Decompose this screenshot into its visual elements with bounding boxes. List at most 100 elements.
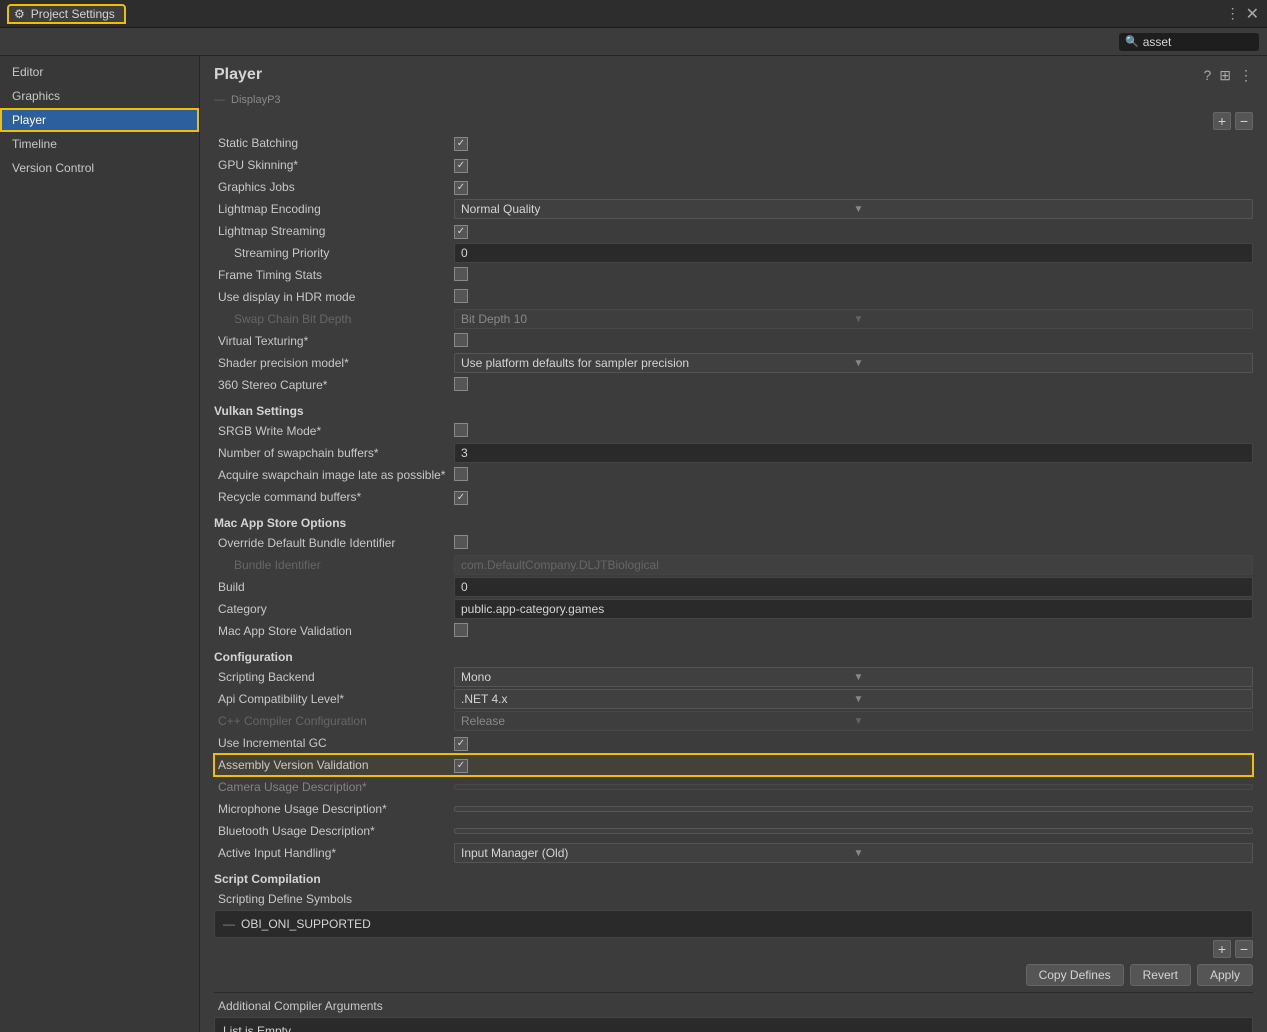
override-bundle-row: Override Default Bundle Identifier (214, 532, 1253, 554)
chevron-down-icon: ▼ (854, 848, 1247, 859)
hdr-mode-value (454, 289, 1253, 306)
build-field[interactable]: 0 (454, 577, 1253, 597)
displayp3-settings: + − Static Batching GPU Skinning* Graphi… (200, 110, 1267, 396)
vulkan-settings-label: Vulkan Settings (200, 396, 1267, 420)
srgb-write-checkbox[interactable] (454, 423, 468, 437)
lightmap-streaming-checkbox[interactable] (454, 225, 468, 239)
assembly-version-checkbox[interactable] (454, 759, 468, 773)
scripting-backend-dropdown[interactable]: Mono ▼ (454, 667, 1253, 687)
cpp-compiler-row: C++ Compiler Configuration Release ▼ (214, 710, 1253, 732)
swap-chain-dropdown[interactable]: Bit Depth 10 ▼ (454, 309, 1253, 329)
title-text: Project Settings (31, 7, 115, 21)
static-batching-checkbox[interactable] (454, 137, 468, 151)
script-define-box: — OBI_ONI_SUPPORTED (214, 910, 1253, 938)
overflow-icon[interactable]: ⋮ (1239, 67, 1253, 84)
more-options-icon[interactable]: ⋮ (1226, 5, 1240, 22)
gpu-skinning-label: GPU Skinning* (214, 158, 454, 172)
defines-buttons: Copy Defines Revert Apply (214, 960, 1253, 990)
mac-store-validation-checkbox[interactable] (454, 623, 468, 637)
active-input-row: Active Input Handling* Input Manager (Ol… (214, 842, 1253, 864)
active-input-value[interactable]: Input Manager (Old) ▼ (454, 843, 1253, 863)
incremental-gc-label: Use Incremental GC (214, 736, 454, 750)
configuration-label: Configuration (200, 642, 1267, 666)
help-icon[interactable]: ? (1203, 67, 1211, 83)
stereo-capture-checkbox[interactable] (454, 377, 468, 391)
hdr-mode-checkbox[interactable] (454, 289, 468, 303)
scripting-backend-label: Scripting Backend (214, 670, 454, 684)
incremental-gc-value (454, 735, 1253, 751)
swap-chain-row: Swap Chain Bit Depth Bit Depth 10 ▼ (214, 308, 1253, 330)
apply-button-1[interactable]: Apply (1197, 964, 1253, 986)
assembly-version-row: Assembly Version Validation (214, 754, 1253, 776)
microphone-usage-row: Microphone Usage Description* (214, 798, 1253, 820)
active-input-dropdown[interactable]: Input Manager (Old) ▼ (454, 843, 1253, 863)
vulkan-settings: SRGB Write Mode* Number of swapchain buf… (200, 420, 1267, 508)
frame-timing-row: Frame Timing Stats (214, 264, 1253, 286)
close-icon[interactable]: ✕ (1246, 4, 1259, 24)
lightmap-encoding-value[interactable]: Normal Quality ▼ (454, 199, 1253, 219)
sidebar-item-graphics[interactable]: Graphics (0, 84, 199, 108)
microphone-usage-field[interactable] (454, 806, 1253, 812)
num-swapchain-row: Number of swapchain buffers* 3 (214, 442, 1253, 464)
sidebar-item-player[interactable]: Player (0, 108, 199, 132)
shader-precision-value[interactable]: Use platform defaults for sampler precis… (454, 353, 1253, 373)
api-compat-dropdown[interactable]: .NET 4.x ▼ (454, 689, 1253, 709)
streaming-priority-field[interactable]: 0 (454, 243, 1253, 263)
num-swapchain-field[interactable]: 3 (454, 443, 1253, 463)
graphics-jobs-checkbox[interactable] (454, 181, 468, 195)
remove-define-button[interactable]: − (1235, 940, 1253, 958)
bundle-id-field: com.DefaultCompany.DLJTBiological (454, 555, 1253, 575)
layout-icon[interactable]: ⊞ (1219, 67, 1231, 84)
srgb-write-label: SRGB Write Mode* (214, 424, 454, 438)
revert-button-1[interactable]: Revert (1130, 964, 1191, 986)
swap-chain-value: Bit Depth 10 ▼ (454, 309, 1253, 329)
search-wrap: 🔍 (1119, 33, 1259, 51)
add-define-button[interactable]: + (1213, 940, 1231, 958)
scripting-backend-value[interactable]: Mono ▼ (454, 667, 1253, 687)
recycle-cmd-checkbox[interactable] (454, 491, 468, 505)
additional-compiler-value: List is Empty (223, 1024, 291, 1032)
stereo-capture-row: 360 Stereo Capture* (214, 374, 1253, 396)
lightmap-encoding-dropdown[interactable]: Normal Quality ▼ (454, 199, 1253, 219)
scripting-backend-row: Scripting Backend Mono ▼ (214, 666, 1253, 688)
streaming-priority-label: Streaming Priority (214, 246, 454, 260)
override-bundle-checkbox[interactable] (454, 535, 468, 549)
hdr-mode-row: Use display in HDR mode (214, 286, 1253, 308)
remove-button-top[interactable]: − (1235, 112, 1253, 130)
player-header: Player ? ⊞ ⋮ (200, 56, 1267, 90)
sidebar-item-timeline[interactable]: Timeline (0, 132, 199, 156)
bundle-id-row: Bundle Identifier com.DefaultCompany.DLJ… (214, 554, 1253, 576)
microphone-usage-label: Microphone Usage Description* (214, 802, 454, 816)
shader-precision-dropdown[interactable]: Use platform defaults for sampler precis… (454, 353, 1253, 373)
mac-app-store-label: Mac App Store Options (200, 508, 1267, 532)
copy-defines-button[interactable]: Copy Defines (1026, 964, 1124, 986)
add-remove-defines: + − (214, 938, 1253, 960)
main-content: Player ? ⊞ ⋮ — DisplayP3 + − Static Batc… (200, 56, 1267, 1032)
virtual-texturing-checkbox[interactable] (454, 333, 468, 347)
cpp-compiler-value[interactable]: Release ▼ (454, 711, 1253, 731)
active-input-label: Active Input Handling* (214, 846, 454, 860)
chevron-down-icon: ▼ (854, 358, 1247, 369)
search-input[interactable] (1143, 35, 1253, 49)
sidebar-item-editor[interactable]: Editor (0, 60, 199, 84)
gpu-skinning-checkbox[interactable] (454, 159, 468, 173)
cpp-compiler-dropdown[interactable]: Release ▼ (454, 711, 1253, 731)
incremental-gc-checkbox[interactable] (454, 737, 468, 751)
category-row: Category public.app-category.games (214, 598, 1253, 620)
add-button-top[interactable]: + (1213, 112, 1231, 130)
mac-app-store-settings: Override Default Bundle Identifier Bundl… (200, 532, 1267, 642)
category-field[interactable]: public.app-category.games (454, 599, 1253, 619)
bluetooth-usage-field[interactable] (454, 828, 1253, 834)
api-compat-value[interactable]: .NET 4.x ▼ (454, 689, 1253, 709)
microphone-usage-value (454, 806, 1253, 812)
frame-timing-checkbox[interactable] (454, 267, 468, 281)
virtual-texturing-row: Virtual Texturing* (214, 330, 1253, 352)
build-value: 0 (454, 577, 1253, 597)
recycle-cmd-row: Recycle command buffers* (214, 486, 1253, 508)
graphics-jobs-row: Graphics Jobs (214, 176, 1253, 198)
add-remove-top: + − (214, 110, 1253, 132)
camera-usage-field[interactable] (454, 784, 1253, 790)
sidebar-item-version-control[interactable]: Version Control (0, 156, 199, 180)
additional-compiler-box: List is Empty (214, 1017, 1253, 1032)
acquire-swapchain-checkbox[interactable] (454, 467, 468, 481)
